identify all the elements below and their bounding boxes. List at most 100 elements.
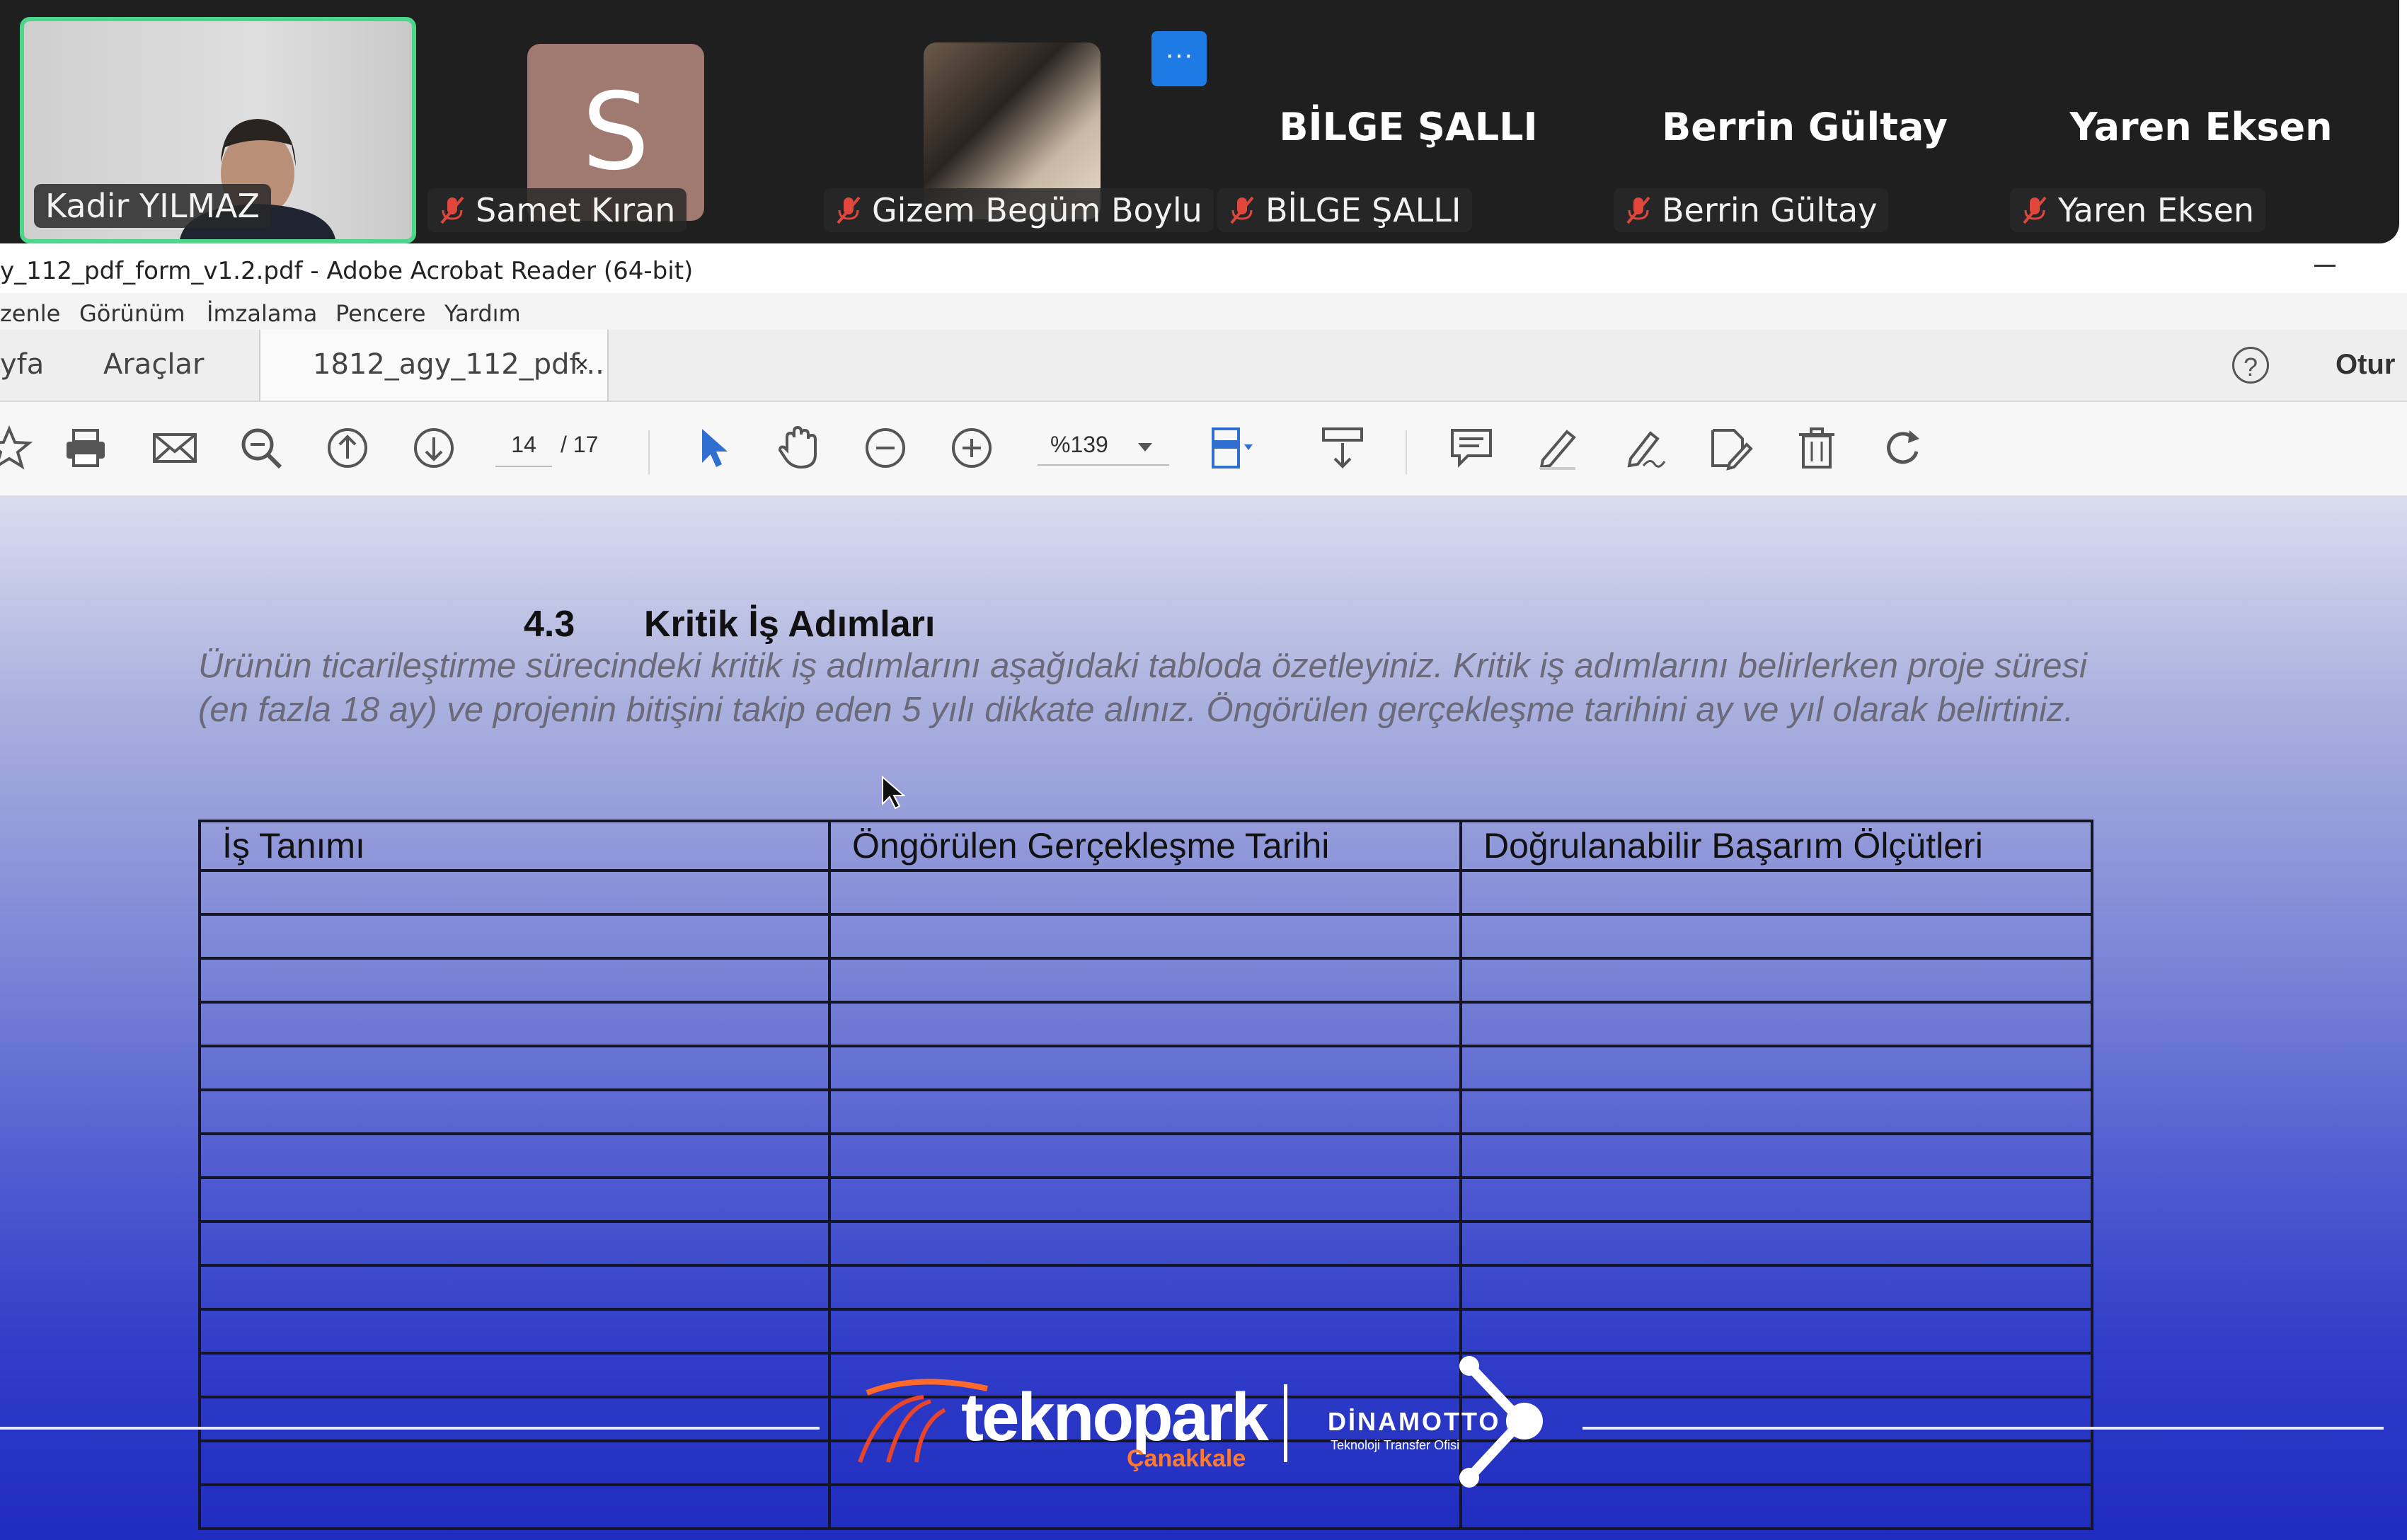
table-cell[interactable] xyxy=(1459,913,2093,960)
signin-button[interactable]: Otur xyxy=(2336,330,2395,399)
table-row xyxy=(198,869,2093,916)
participant-tile-samet[interactable]: S Samet Kıran xyxy=(423,17,805,243)
hand-tool-icon[interactable] xyxy=(774,423,824,473)
table-cell[interactable] xyxy=(828,1132,1462,1179)
table-cell[interactable] xyxy=(828,1176,1462,1223)
table-cell[interactable] xyxy=(198,913,831,960)
zoom-in-icon[interactable] xyxy=(947,423,996,473)
table-cell[interactable] xyxy=(828,957,1462,1004)
table-cell[interactable] xyxy=(1459,869,2093,916)
close-tab-icon[interactable]: × xyxy=(575,330,589,399)
menu-item-help[interactable]: Yardım xyxy=(444,300,521,327)
table-cell[interactable] xyxy=(198,1001,831,1047)
brand-divider-line xyxy=(1582,1427,2384,1430)
table-cell[interactable] xyxy=(198,1352,831,1398)
chevron-down-icon[interactable] xyxy=(1138,443,1152,452)
menu-item-view[interactable]: Görünüm xyxy=(79,300,185,327)
table-cell[interactable] xyxy=(198,869,831,916)
participant-tile-berrin[interactable]: Berrin Gültay Berrin Gültay xyxy=(1607,17,2003,243)
participant-display-name: Berrin Gültay xyxy=(1662,105,1948,149)
menu-item-edit[interactable]: zenle xyxy=(0,300,60,327)
table-cell[interactable] xyxy=(1459,1001,2093,1047)
help-icon[interactable]: ? xyxy=(2232,347,2269,384)
rotate-icon[interactable] xyxy=(1878,423,1928,473)
table-cell[interactable] xyxy=(1459,1176,2093,1223)
zoom-search-icon[interactable] xyxy=(236,423,286,473)
table-cell[interactable] xyxy=(1459,1352,2093,1398)
table-cell[interactable] xyxy=(1459,1264,2093,1311)
table-cell[interactable] xyxy=(1459,1396,2093,1442)
previous-page-icon[interactable] xyxy=(323,423,372,473)
comment-icon[interactable] xyxy=(1447,423,1496,473)
table-cell[interactable] xyxy=(198,1045,831,1091)
table-cell[interactable] xyxy=(198,1220,831,1267)
menu-item-sign[interactable]: İmzalama xyxy=(207,300,317,327)
page-total: / 17 xyxy=(561,432,599,457)
edit-pdf-icon[interactable] xyxy=(1706,423,1755,473)
sign-icon[interactable] xyxy=(1619,423,1669,473)
mic-muted-icon xyxy=(440,196,464,224)
select-cursor-icon[interactable] xyxy=(688,423,737,473)
table-cell[interactable] xyxy=(1459,1045,2093,1091)
table-cell[interactable] xyxy=(828,1483,1462,1530)
more-options-button[interactable]: ··· xyxy=(1151,31,1207,86)
next-page-icon[interactable] xyxy=(409,423,459,473)
window-titlebar: y_112_pdf_form_v1.2.pdf - Adobe Acrobat … xyxy=(0,249,2407,293)
table-cell[interactable] xyxy=(198,1308,831,1355)
table-cell[interactable] xyxy=(828,1001,1462,1047)
table-row xyxy=(198,1220,2093,1267)
section-number: 4.3 xyxy=(524,604,575,645)
bookmark-star-icon[interactable] xyxy=(0,423,34,473)
menu-item-window[interactable]: Pencere xyxy=(335,300,426,327)
table-cell[interactable] xyxy=(198,1440,831,1486)
zoom-out-icon[interactable] xyxy=(861,423,910,473)
participant-tile-gizem[interactable]: Gizem Begüm Boylu xyxy=(814,17,1214,243)
table-cell[interactable] xyxy=(198,1176,831,1223)
highlight-pen-icon[interactable] xyxy=(1533,423,1582,473)
tab-home[interactable]: yfa xyxy=(0,330,44,401)
table-cell[interactable] xyxy=(198,1264,831,1311)
minimize-icon[interactable] xyxy=(2314,265,2336,267)
participant-tile-kadir[interactable]: Kadir YILMAZ xyxy=(20,17,416,243)
table-cell[interactable] xyxy=(198,1396,831,1442)
table-cell[interactable] xyxy=(198,1132,831,1179)
brand-divider-line xyxy=(0,1427,820,1430)
delete-trash-icon[interactable] xyxy=(1792,423,1842,473)
email-icon[interactable] xyxy=(150,423,200,473)
table-cell[interactable] xyxy=(828,1045,1462,1091)
participant-name-label: Kadir YILMAZ xyxy=(45,187,260,225)
table-cell[interactable] xyxy=(198,1483,831,1530)
table-cell[interactable] xyxy=(1459,1132,2093,1179)
table-cell[interactable] xyxy=(1459,1308,2093,1355)
table-cell[interactable] xyxy=(1459,1220,2093,1267)
toolbar-divider xyxy=(648,430,650,474)
tab-tools[interactable]: Araçlar xyxy=(103,330,204,401)
fit-page-icon[interactable] xyxy=(1207,423,1257,473)
participant-name-label: Samet Kıran xyxy=(476,191,676,229)
dinamotto-subtitle: Teknoloji Transfer Ofisi xyxy=(1331,1438,1460,1452)
table-cell[interactable] xyxy=(828,1088,1462,1135)
table-cell[interactable] xyxy=(1459,1440,2093,1486)
table-row xyxy=(198,957,2093,1004)
table-cell[interactable] xyxy=(828,1264,1462,1311)
tab-document[interactable]: 1812_agy_112_pdf... xyxy=(259,330,609,401)
table-cell[interactable] xyxy=(1459,1483,2093,1530)
brand-separator xyxy=(1284,1384,1287,1462)
mic-muted-icon xyxy=(1626,196,1650,224)
table-cell[interactable] xyxy=(828,869,1462,916)
participant-tile-yaren[interactable]: Yaren Eksen Yaren Eksen xyxy=(2003,17,2399,243)
table-cell[interactable] xyxy=(828,1220,1462,1267)
toolbar: 14 / 17 %139 xyxy=(0,402,2407,497)
table-cell[interactable] xyxy=(198,957,831,1004)
page-number-input[interactable]: 14 xyxy=(495,423,552,467)
table-header-row: İş Tanımı Öngörülen Gerçekleşme Tarihi D… xyxy=(198,820,2093,872)
table-cell[interactable] xyxy=(828,1308,1462,1355)
table-row xyxy=(198,1132,2093,1179)
print-icon[interactable] xyxy=(61,423,110,473)
table-cell[interactable] xyxy=(198,1088,831,1135)
table-cell[interactable] xyxy=(1459,1088,2093,1135)
table-cell[interactable] xyxy=(828,913,1462,960)
table-cell[interactable] xyxy=(1459,957,2093,1004)
participant-tile-bilge[interactable]: BİLGE ŞALLI BİLGE ŞALLI xyxy=(1210,17,1607,243)
scroll-mode-icon[interactable] xyxy=(1318,423,1367,473)
